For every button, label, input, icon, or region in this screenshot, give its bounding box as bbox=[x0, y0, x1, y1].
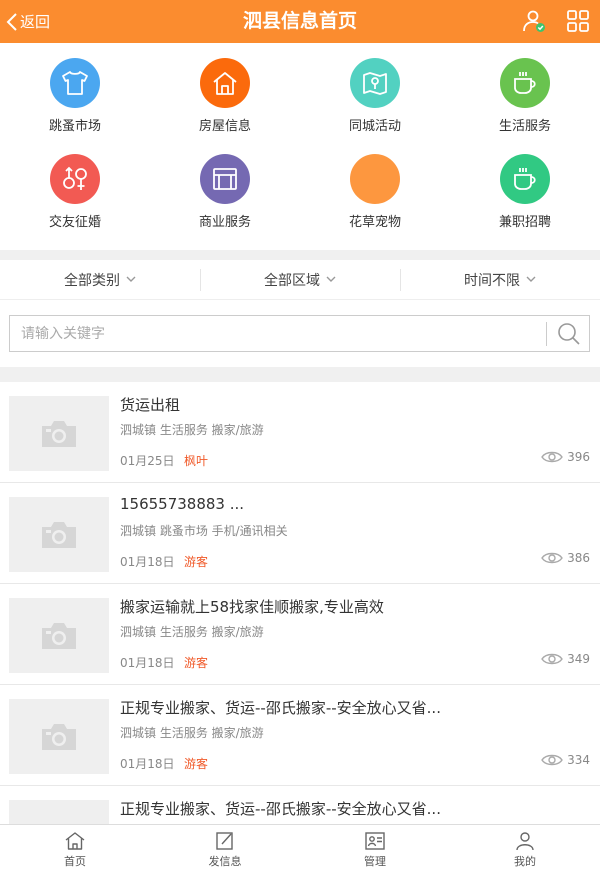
list-item[interactable]: 15655738883 ... 泗城镇 跳蚤市场 手机/通讯相关 01月18日 … bbox=[0, 483, 600, 584]
eye-icon bbox=[541, 653, 563, 665]
listing-title: 正规专业搬家、货运--邵氏搬家--安全放心又省... bbox=[120, 699, 441, 717]
store-icon bbox=[200, 154, 250, 204]
category-business[interactable]: 商业服务 bbox=[150, 154, 300, 230]
listing-meta: 泗城镇 生活服务 搬家/旅游 bbox=[120, 625, 264, 639]
category-jobs[interactable]: 兼职招聘 bbox=[450, 154, 600, 230]
view-count: 386 bbox=[567, 551, 590, 565]
listing-meta: 泗城镇 生活服务 搬家/旅游 bbox=[120, 726, 264, 740]
category-local-events[interactable]: 同城活动 bbox=[300, 58, 450, 134]
listing-title: 15655738883 ... bbox=[120, 495, 245, 513]
listing-title: 正规专业搬家、货运--邵氏搬家--安全放心又省... bbox=[120, 800, 441, 818]
view-count: 349 bbox=[567, 652, 590, 666]
grid-icon[interactable] bbox=[566, 9, 590, 33]
list-item[interactable]: 正规专业搬家、货运--邵氏搬家--安全放心又省... 泗城镇 生活服务 搬家/旅… bbox=[0, 685, 600, 786]
listing-list: 货运出租 泗城镇 生活服务 搬家/旅游 01月25日 枫叶 396 156557… bbox=[0, 382, 600, 824]
listing-meta: 泗城镇 跳蚤市场 手机/通讯相关 bbox=[120, 524, 288, 538]
id-card-icon bbox=[365, 831, 385, 850]
eye-icon bbox=[541, 552, 563, 564]
list-item[interactable]: 正规专业搬家、货运--邵氏搬家--安全放心又省... bbox=[0, 786, 600, 824]
filter-bar: 全部类别 全部区域 时间不限 bbox=[0, 260, 600, 300]
listing-meta: 泗城镇 生活服务 搬家/旅游 bbox=[120, 423, 264, 437]
search-box bbox=[9, 315, 590, 352]
chevron-down-icon bbox=[326, 276, 336, 282]
edit-icon bbox=[216, 831, 233, 850]
page-title: 泗县信息首页 bbox=[242, 10, 357, 32]
listing-user: 游客 bbox=[184, 757, 209, 771]
camera-icon bbox=[9, 800, 109, 824]
filter-time[interactable]: 时间不限 bbox=[400, 260, 600, 299]
camera-icon bbox=[9, 699, 109, 774]
category-housing[interactable]: 房屋信息 bbox=[150, 58, 300, 134]
chevron-down-icon bbox=[126, 276, 136, 282]
listing-title: 搬家运输就上58找家佳顺搬家,专业高效 bbox=[120, 598, 384, 616]
view-count: 334 bbox=[567, 753, 590, 767]
camera-icon bbox=[9, 598, 109, 673]
section-divider bbox=[0, 250, 600, 260]
chevron-down-icon bbox=[526, 276, 536, 282]
listing-date: 01月18日 bbox=[120, 555, 175, 569]
eye-icon bbox=[541, 451, 563, 463]
category-life-services[interactable]: 生活服务 bbox=[450, 58, 600, 134]
listing-user: 枫叶 bbox=[184, 454, 209, 468]
listing-date: 01月18日 bbox=[120, 757, 175, 771]
tab-home[interactable]: 首页 bbox=[0, 825, 150, 874]
flower-pet-icon bbox=[350, 154, 400, 204]
person-icon bbox=[516, 831, 534, 850]
list-item[interactable]: 搬家运输就上58找家佳顺搬家,专业高效 泗城镇 生活服务 搬家/旅游 01月18… bbox=[0, 584, 600, 685]
section-divider bbox=[0, 367, 600, 382]
category-flea-market[interactable]: 跳蚤市场 bbox=[0, 58, 150, 134]
tab-post[interactable]: 发信息 bbox=[150, 825, 300, 874]
eye-icon bbox=[541, 754, 563, 766]
category-flowers-pets[interactable]: 花草宠物 bbox=[300, 154, 450, 230]
bottom-tab-bar: 首页 发信息 管理 我的 bbox=[0, 824, 600, 874]
search-divider bbox=[546, 322, 547, 346]
tab-manage[interactable]: 管理 bbox=[300, 825, 450, 874]
view-count: 396 bbox=[567, 450, 590, 464]
tab-mine[interactable]: 我的 bbox=[450, 825, 600, 874]
shirt-icon bbox=[50, 58, 100, 108]
gender-icon bbox=[50, 154, 100, 204]
user-check-icon[interactable] bbox=[522, 9, 546, 33]
house-icon bbox=[200, 58, 250, 108]
listing-date: 01月18日 bbox=[120, 656, 175, 670]
category-grid: 跳蚤市场 房屋信息 同城活动 生活服务 交友征婚 商业服务 花草宠物 兼职招聘 bbox=[0, 43, 600, 250]
search-icon[interactable] bbox=[554, 320, 584, 348]
search-input[interactable] bbox=[10, 316, 540, 351]
listing-user: 游客 bbox=[184, 656, 209, 670]
home-icon bbox=[65, 831, 85, 850]
listing-title: 货运出租 bbox=[120, 396, 181, 414]
camera-icon bbox=[9, 497, 109, 572]
top-bar: 返回 泗县信息首页 bbox=[0, 0, 600, 43]
category-dating[interactable]: 交友征婚 bbox=[0, 154, 150, 230]
filter-category[interactable]: 全部类别 bbox=[0, 260, 200, 299]
listing-user: 游客 bbox=[184, 555, 209, 569]
filter-region[interactable]: 全部区域 bbox=[200, 260, 400, 299]
map-pin-icon bbox=[350, 58, 400, 108]
list-item[interactable]: 货运出租 泗城镇 生活服务 搬家/旅游 01月25日 枫叶 396 bbox=[0, 382, 600, 483]
cup-icon bbox=[500, 154, 550, 204]
camera-icon bbox=[9, 396, 109, 471]
listing-date: 01月25日 bbox=[120, 454, 175, 468]
cup-icon bbox=[500, 58, 550, 108]
